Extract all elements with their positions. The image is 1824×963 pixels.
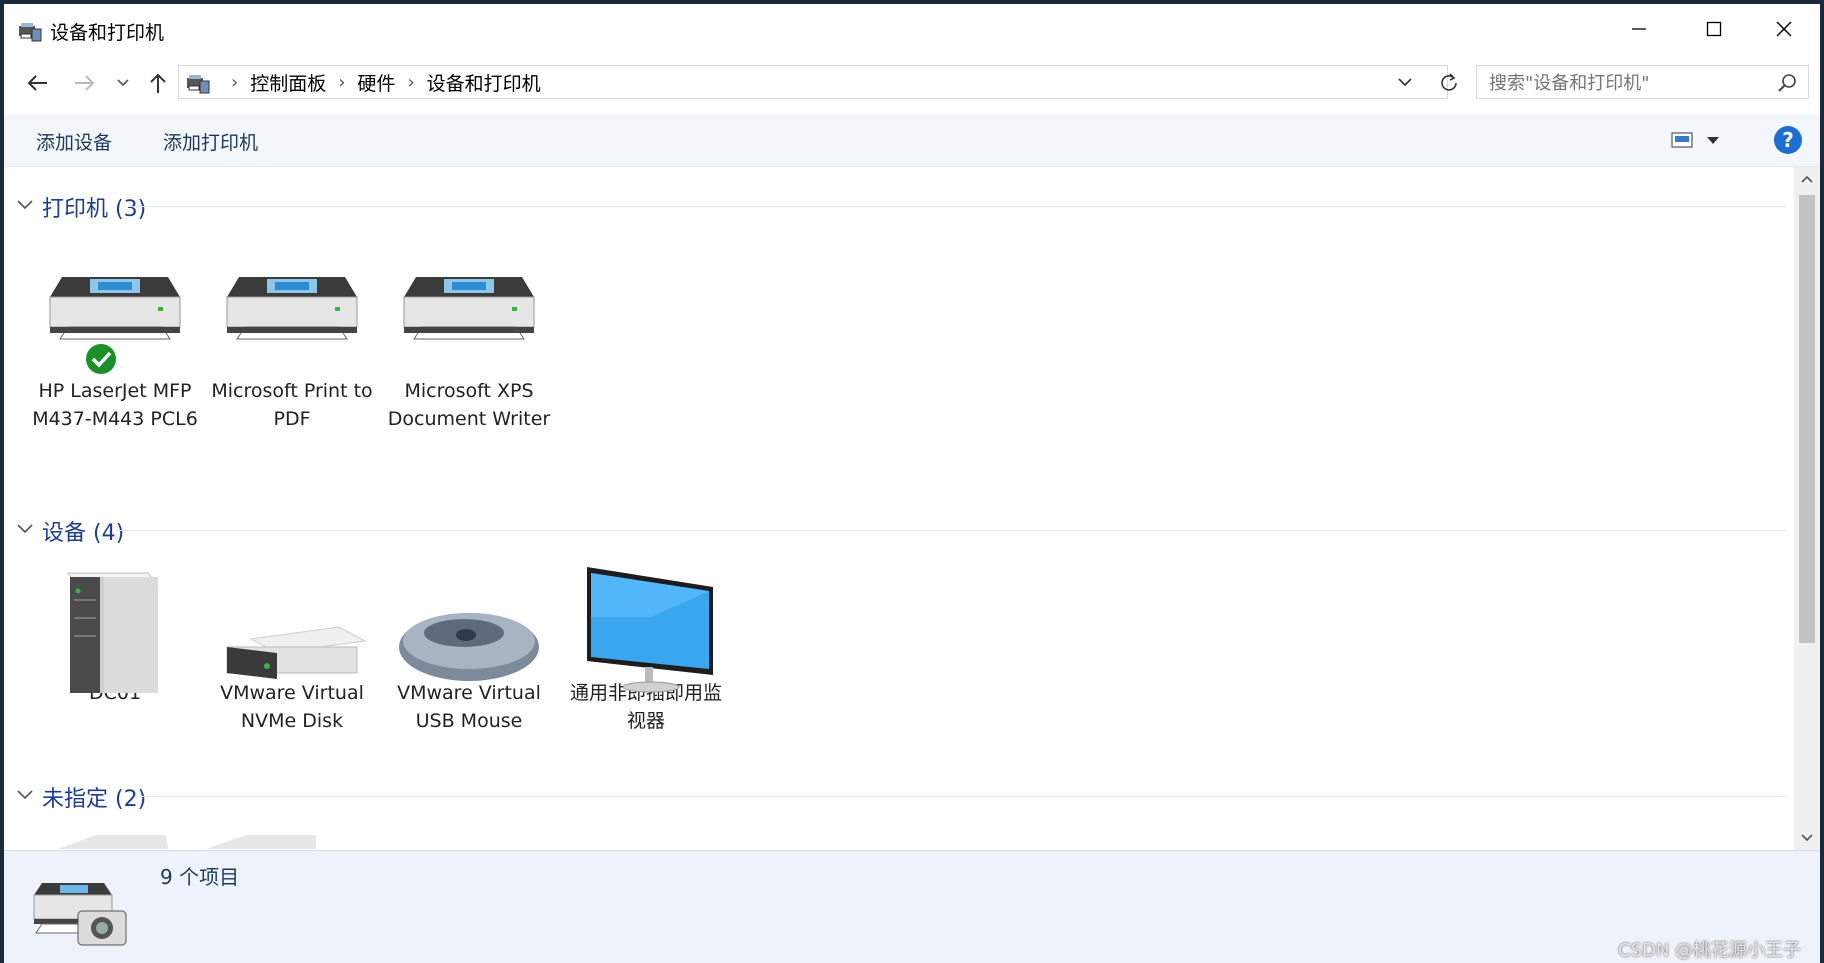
default-printer-check-icon — [86, 344, 116, 374]
refresh-icon — [1441, 73, 1457, 91]
printer-icon — [394, 255, 544, 375]
breadcrumb-separator-icon: › — [407, 71, 415, 93]
scroll-up-icon[interactable] — [1794, 167, 1820, 191]
devices-and-printers-window: 设备和打印机 › 控制面板 › 硬件 › 设备和打印机 搜索"设备和打印机" 添… — [4, 4, 1820, 963]
minimize-button[interactable] — [1604, 4, 1674, 54]
chevron-down-icon — [17, 524, 33, 534]
up-button[interactable] — [140, 67, 176, 99]
group-divider — [140, 796, 1786, 797]
breadcrumb-hardware[interactable]: 硬件 — [357, 69, 395, 96]
control-panel-icon — [187, 75, 210, 94]
device-list: 打印机 (3) HP LaserJet MFP M437-M443 PCL6 M… — [4, 167, 1794, 850]
vertical-scrollbar[interactable] — [1794, 167, 1820, 850]
back-button[interactable] — [18, 67, 58, 99]
group-title-printers: 打印机 (3) — [42, 197, 147, 222]
add-device-button[interactable]: 添加设备 — [30, 126, 118, 157]
group-header-printers[interactable]: 打印机 (3) — [16, 189, 1786, 223]
breadcrumb-control-panel[interactable]: 控制面板 — [250, 69, 326, 96]
breadcrumb-separator-icon: › — [231, 71, 239, 93]
address-row: › 控制面板 › 硬件 › 设备和打印机 — [4, 59, 1820, 109]
recent-locations-button[interactable] — [110, 67, 136, 99]
device-item[interactable]: VMware Virtual USB Mouse — [384, 557, 554, 735]
breadcrumb: › 控制面板 › 硬件 › 设备和打印机 — [219, 66, 541, 98]
group-header-unspecified[interactable]: 未指定 (2) — [16, 779, 1786, 813]
refresh-button[interactable] — [1434, 65, 1464, 99]
printer-item[interactable]: Microsoft Print to PDF — [207, 255, 377, 433]
monitor-icon — [571, 557, 721, 693]
help-button[interactable]: ? — [1774, 126, 1802, 154]
address-bar[interactable]: › 控制面板 › 硬件 › 设备和打印机 — [178, 65, 1448, 99]
chevron-down-icon — [1707, 137, 1719, 144]
minimize-icon — [1632, 28, 1646, 30]
group-divider — [116, 530, 1786, 531]
address-dropdown-button[interactable] — [1393, 66, 1417, 98]
arrow-left-icon — [27, 75, 47, 91]
search-input[interactable] — [1487, 70, 1761, 96]
device-item[interactable]: 通用非即插即用监视器 — [561, 557, 731, 735]
maximize-button[interactable] — [1679, 4, 1749, 54]
arrow-right-icon — [75, 75, 95, 91]
disk-drive-icon — [217, 557, 367, 679]
view-options-icon — [1671, 132, 1693, 148]
unspecified-device-icon[interactable] — [56, 825, 316, 850]
breadcrumb-separator-icon: › — [338, 71, 346, 93]
printer-icon — [217, 255, 367, 375]
item-count: 9 个项目 — [160, 865, 240, 889]
devices-printers-large-icon — [33, 883, 127, 946]
window-title: 设备和打印机 — [50, 22, 165, 44]
computer-tower-icon — [40, 557, 190, 693]
search-icon — [1778, 74, 1796, 92]
group-header-devices[interactable]: 设备 (4) — [16, 513, 1786, 547]
chevron-down-icon — [117, 79, 129, 87]
chevron-down-icon — [1398, 77, 1412, 86]
details-pane: 9 个项目 — [4, 850, 1820, 963]
breadcrumb-devices-printers[interactable]: 设备和打印机 — [427, 69, 541, 96]
chevron-down-icon — [17, 200, 33, 210]
add-printer-button[interactable]: 添加打印机 — [157, 126, 264, 157]
change-view-button[interactable] — [1670, 126, 1722, 154]
watermark-text: CSDN @桃花源小王子 — [1618, 940, 1802, 961]
maximize-icon — [1706, 21, 1722, 37]
title-bar: 设备和打印机 — [4, 4, 1820, 54]
group-title-unspecified: 未指定 (2) — [42, 787, 147, 812]
device-item[interactable]: DC01 — [30, 557, 200, 707]
chevron-down-icon — [17, 790, 33, 800]
close-icon — [1776, 21, 1792, 37]
scroll-down-icon[interactable] — [1794, 826, 1820, 850]
search-box[interactable] — [1476, 65, 1809, 99]
group-title-devices: 设备 (4) — [42, 521, 125, 546]
printer-name: Microsoft Print to PDF — [211, 380, 373, 430]
group-divider — [128, 206, 1786, 207]
devices-printers-icon — [19, 23, 42, 42]
arrow-up-icon — [150, 73, 166, 93]
command-bar: 添加设备 添加打印机 ? — [4, 114, 1820, 167]
printer-name: Microsoft XPS Document Writer — [387, 380, 551, 430]
printer-name: HP LaserJet MFP M437-M443 PCL6 — [32, 380, 198, 430]
printer-item[interactable]: Microsoft XPS Document Writer — [384, 255, 554, 433]
printer-icon — [40, 255, 190, 375]
close-button[interactable] — [1749, 4, 1819, 54]
forward-button[interactable] — [64, 67, 104, 99]
printer-item[interactable]: HP LaserJet MFP M437-M443 PCL6 — [30, 255, 200, 433]
mouse-icon — [394, 557, 544, 681]
device-item[interactable]: VMware Virtual NVMe Disk — [207, 557, 377, 735]
scrollbar-thumb[interactable] — [1799, 195, 1815, 643]
